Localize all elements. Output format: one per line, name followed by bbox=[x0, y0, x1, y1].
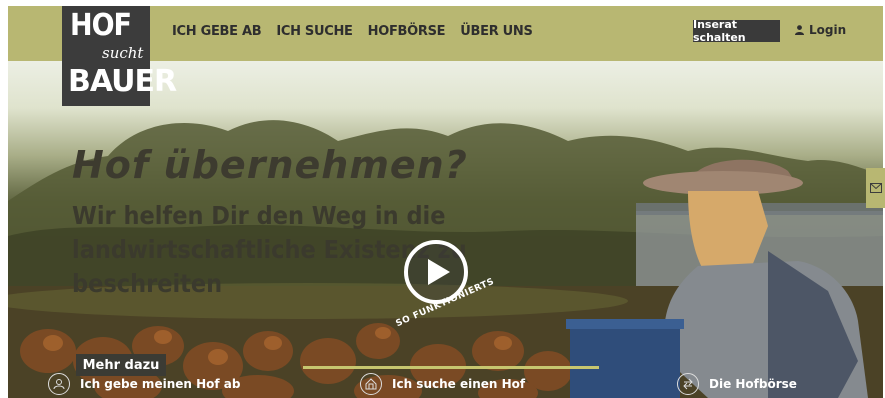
logo-text-bauer: BAUER bbox=[68, 64, 177, 99]
logo-text-sucht: sucht bbox=[102, 44, 144, 62]
bottom-link-hofboerse[interactable]: Die Hofbörse bbox=[677, 373, 797, 395]
site-logo[interactable]: HOF sucht BAUER bbox=[62, 6, 177, 106]
page: HOF sucht BAUER ICH GEBE AB ICH SUCHE HO… bbox=[0, 0, 885, 398]
nav-item-ich-suche[interactable]: ICH SUCHE bbox=[276, 24, 353, 39]
bottom-link-hof-abgeben[interactable]: Ich gebe meinen Hof ab bbox=[48, 373, 240, 395]
contact-tab[interactable] bbox=[866, 168, 885, 208]
bottom-link-hof-suchen[interactable]: Ich suche einen Hof bbox=[360, 373, 525, 395]
login-link[interactable]: Login bbox=[795, 23, 846, 37]
login-label: Login bbox=[809, 23, 847, 37]
farmer-icon bbox=[48, 373, 70, 395]
envelope-icon bbox=[869, 183, 882, 193]
exchange-icon bbox=[677, 373, 699, 395]
inserat-schalten-button[interactable]: Inserat schalten bbox=[693, 18, 780, 44]
hero-section: Hof übernehmen? Wir helfen Dir den Weg i… bbox=[8, 61, 883, 398]
nav-item-ueber-uns[interactable]: ÜBER UNS bbox=[460, 24, 533, 39]
nav-item-hofboerse[interactable]: HOFBÖRSE bbox=[368, 24, 446, 39]
play-icon bbox=[427, 259, 450, 285]
bottom-link-label: Ich suche einen Hof bbox=[392, 377, 526, 391]
nav-item-ich-gebe-ab[interactable]: ICH GEBE AB bbox=[172, 24, 262, 39]
user-icon bbox=[795, 25, 804, 35]
hero-headline: Hof übernehmen? bbox=[72, 143, 468, 187]
bottom-link-label: Ich gebe meinen Hof ab bbox=[80, 377, 241, 391]
bottom-link-label: Die Hofbörse bbox=[709, 377, 797, 391]
logo-text-hof: HOF bbox=[70, 8, 132, 43]
active-indicator-line bbox=[303, 366, 599, 369]
barn-icon bbox=[360, 373, 382, 395]
main-nav: ICH GEBE AB ICH SUCHE HOFBÖRSE ÜBER UNS bbox=[172, 24, 533, 39]
